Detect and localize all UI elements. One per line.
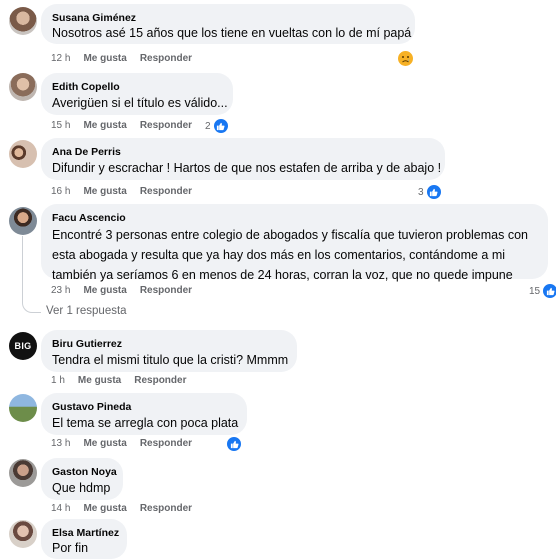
like-button[interactable]: Me gusta (83, 285, 126, 296)
reply-button[interactable]: Responder (140, 120, 192, 131)
reaction-count: 2 (205, 120, 211, 132)
reaction-summary[interactable] (226, 436, 242, 452)
avatar[interactable] (9, 394, 37, 422)
comment-bubble: Gaston Noya Que hdmp (41, 458, 123, 500)
like-reaction-icon (425, 184, 442, 200)
like-button[interactable]: Me gusta (83, 503, 126, 514)
comment-actions: 23 h Me gusta Responder (51, 285, 205, 296)
comment-time[interactable]: 1 h (51, 375, 65, 386)
comment-author[interactable]: Elsa Martínez (52, 526, 119, 540)
comment-time[interactable]: 13 h (51, 438, 70, 449)
comment-text: Tendra el mismi titulo que la cristi? Mm… (52, 353, 289, 367)
like-reaction-icon (542, 283, 556, 299)
comment-time[interactable]: 23 h (51, 285, 70, 296)
comment-actions: 1 h Me gusta Responder (51, 375, 199, 386)
avatar[interactable] (9, 520, 37, 548)
like-button[interactable]: Me gusta (78, 375, 121, 386)
avatar[interactable]: BIG (9, 332, 37, 360)
comment-bubble: Biru Gutierrez Tendra el mismi titulo qu… (41, 330, 297, 372)
like-reaction-icon (212, 118, 229, 134)
like-button[interactable]: Me gusta (83, 438, 126, 449)
comment-author[interactable]: Edith Copello (52, 80, 222, 94)
reaction-summary[interactable]: 3 (418, 184, 442, 200)
comment-text: Que hdmp (52, 481, 111, 495)
comment-author[interactable]: Ana De Perris (52, 145, 434, 159)
comment-bubble: Elsa Martínez Por fin (41, 519, 127, 559)
avatar[interactable] (9, 207, 37, 235)
reply-button[interactable]: Responder (140, 438, 192, 449)
reaction-summary[interactable]: 15 (529, 283, 556, 299)
comment-text: Difundir y escrachar ! Hartos de que nos… (52, 161, 442, 175)
comment-actions: 12 h Me gusta Responder (51, 53, 205, 64)
comment-time[interactable]: 15 h (51, 120, 70, 131)
reaction-summary[interactable]: 2 (205, 118, 229, 134)
comment-author[interactable]: Gustavo Pineda (52, 400, 236, 414)
like-button[interactable]: Me gusta (83, 186, 126, 197)
avatar-logo-text: BIG (14, 341, 32, 351)
comment-bubble: Gustavo Pineda El tema se arregla con po… (41, 393, 247, 435)
comment-author[interactable]: Facu Ascencio (52, 211, 537, 225)
sad-reaction-icon[interactable] (398, 51, 413, 66)
reaction-count: 15 (529, 285, 541, 297)
reply-button[interactable]: Responder (140, 53, 192, 64)
comment-text: esta abogada y resulta que ya hay dos má… (52, 248, 506, 262)
comment-text: Averigüen si el título es válido... (52, 96, 228, 110)
reply-button[interactable]: Responder (140, 186, 192, 197)
comment-text: Nosotros asé 15 años que los tiene en vu… (52, 26, 412, 40)
comment-bubble: Susana Giménez Nosotros asé 15 años que … (41, 4, 415, 44)
view-replies-link[interactable]: Ver 1 respuesta (46, 305, 127, 317)
reply-button[interactable]: Responder (134, 375, 186, 386)
thread-connector (22, 236, 41, 313)
comment-actions: 13 h Me gusta Responder (51, 438, 205, 449)
comment-time[interactable]: 16 h (51, 186, 70, 197)
comment-text: El tema se arregla con poca plata (52, 416, 239, 430)
like-button[interactable]: Me gusta (83, 53, 126, 64)
comment-bubble: Ana De Perris Difundir y escrachar ! Har… (41, 138, 445, 180)
comment-bubble: Facu Ascencio Encontré 3 personas entre … (41, 204, 548, 282)
comment-actions: 15 h Me gusta Responder (51, 120, 205, 131)
reaction-count: 3 (418, 186, 424, 198)
reply-button[interactable]: Responder (140, 503, 192, 514)
comment-actions: 16 h Me gusta Responder (51, 186, 205, 197)
avatar[interactable] (9, 459, 37, 487)
comment-text: también ya seríamos 6 en menos de 24 hor… (52, 268, 513, 282)
like-reaction-icon (226, 436, 242, 452)
comment-actions: 14 h Me gusta Responder (51, 503, 205, 514)
avatar[interactable] (9, 7, 37, 35)
comment-text: Por fin (52, 541, 89, 555)
comment-time[interactable]: 12 h (51, 53, 70, 64)
like-button[interactable]: Me gusta (83, 120, 126, 131)
reply-button[interactable]: Responder (140, 285, 192, 296)
comment-bubble: Edith Copello Averigüen si el título es … (41, 73, 233, 115)
comment-author[interactable]: Susana Giménez (52, 11, 404, 25)
comment-author[interactable]: Biru Gutierrez (52, 337, 286, 351)
comment-time[interactable]: 14 h (51, 503, 70, 514)
avatar[interactable] (9, 140, 37, 168)
avatar[interactable] (9, 73, 37, 101)
comment-text: Encontré 3 personas entre colegio de abo… (52, 228, 528, 242)
comment-author[interactable]: Gaston Noya (52, 465, 117, 479)
